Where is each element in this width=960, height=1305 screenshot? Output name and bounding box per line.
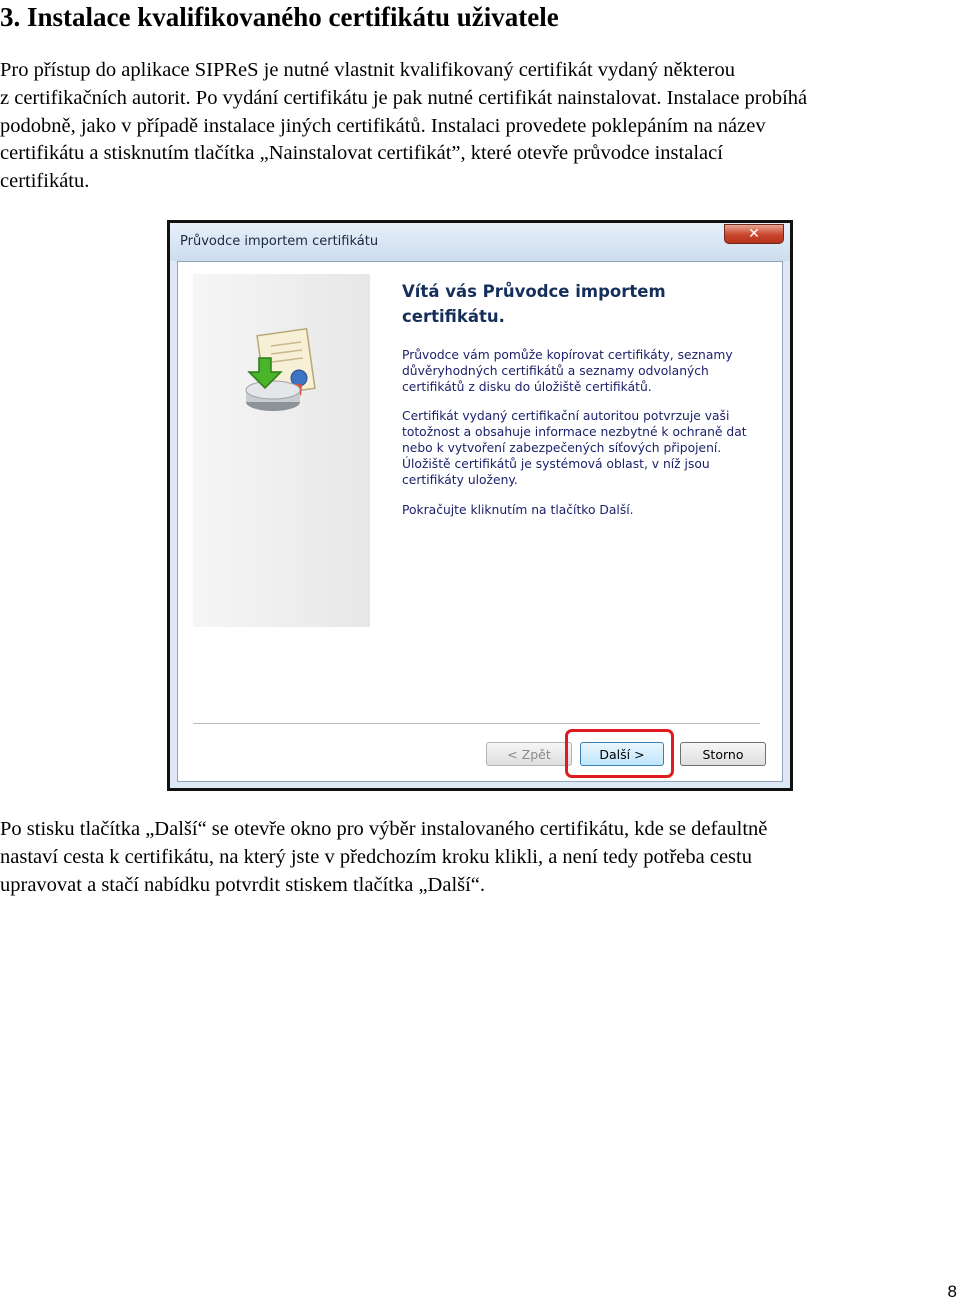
back-button[interactable]: < Zpět — [486, 742, 572, 766]
outro-paragraph: Po stisku tlačítka „Další“ se otevře okn… — [0, 816, 960, 899]
intro-line: z certifikačních autorit. Po vydání cert… — [0, 86, 808, 109]
wizard-text-line: Průvodce vám pomůže kopírovat certifikát… — [402, 348, 733, 362]
certificate-import-icon — [245, 328, 316, 411]
close-button[interactable]: ✕ — [724, 224, 784, 244]
page-heading: 3. Instalace kvalifikovaného certifikátu… — [0, 2, 559, 32]
intro-line: podobně, jako v případě instalace jiných… — [0, 114, 766, 137]
wizard-text-line: Pokračujte kliknutím na tlačítko Další. — [402, 503, 634, 517]
page-number: 8 — [947, 1282, 957, 1301]
intro-line: certifikátu a stisknutím tlačítka „Nains… — [0, 142, 723, 165]
wizard-screenshot: Průvodce importem certifikátu ✕ Vítá vás… — [167, 220, 793, 791]
wizard-description-3: Pokračujte kliknutím na tlačítko Další. — [402, 502, 762, 518]
cancel-button[interactable]: Storno — [680, 742, 766, 766]
intro-paragraph: Pro přístup do aplikace SIPReS je nutné … — [0, 57, 960, 196]
wizard-text-line: certifikáty uloženy. — [402, 473, 518, 487]
wizard-text-line: totožnost a obsahuje informace nezbytné … — [402, 425, 747, 439]
wizard-text-line: důvěryhodných certifikátů a seznamy odvo… — [402, 364, 709, 378]
outro-line: Po stisku tlačítka „Další“ se otevře okn… — [0, 818, 768, 840]
wizard-text-line: certifikátů z disku do úložiště certifik… — [402, 380, 652, 394]
wizard-description-1: Průvodce vám pomůže kopírovat certifikát… — [402, 347, 762, 395]
next-button-highlight — [565, 729, 674, 778]
outro-line: nastaví cesta k certifikátu, na který js… — [0, 845, 752, 868]
welcome-title-line: certifikátu. — [402, 307, 505, 326]
wizard-text-line: Certifikát vydaný certifikační autoritou… — [402, 409, 730, 423]
dialog-client-area: Vítá vás Průvodce importem certifikátu. … — [177, 261, 783, 782]
wizard-welcome-title: Vítá vás Průvodce importem certifikátu. — [402, 279, 732, 329]
button-separator — [193, 723, 760, 725]
welcome-title-line: Vítá vás Průvodce importem — [402, 282, 666, 301]
dialog-title: Průvodce importem certifikátu — [180, 234, 379, 249]
close-icon: ✕ — [748, 226, 760, 242]
intro-line: Pro přístup do aplikace SIPReS je nutné … — [0, 59, 735, 81]
dialog-titlebar: Průvodce importem certifikátu ✕ — [170, 223, 790, 261]
wizard-text-line: nebo k vytvoření zabezpečených síťových … — [402, 441, 722, 455]
outro-line: upravovat a stačí nabídku potvrdit stisk… — [0, 873, 486, 896]
wizard-side-panel — [193, 274, 370, 627]
intro-line: certifikátu. — [0, 170, 90, 193]
wizard-text-line: Úložiště certifikátů je systémová oblast… — [402, 457, 710, 471]
wizard-description-2: Certifikát vydaný certifikační autoritou… — [402, 408, 762, 488]
